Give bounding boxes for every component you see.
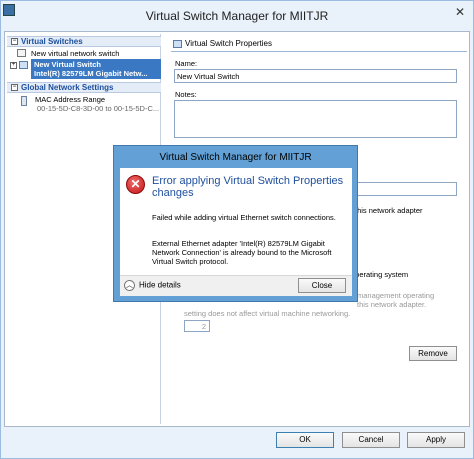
dialog-footer: ︿ Hide details Close <box>120 275 352 296</box>
allow-adapter-text: this network adapter <box>355 206 423 215</box>
name-input[interactable]: New Virtual Switch <box>174 69 457 83</box>
error-icon: ✕ <box>126 175 145 194</box>
tree-item-label: New virtual network switch <box>31 49 120 58</box>
switch-adapter-label: Intel(R) 82579LM Gigabit Netw... <box>34 69 148 78</box>
tree-header-label: Global Network Settings <box>21 83 114 92</box>
notes-textarea[interactable] <box>174 100 457 138</box>
error-dialog: Virtual Switch Manager for MIITJR ✕ Erro… <box>113 145 358 302</box>
collapse-icon[interactable]: − <box>11 84 18 92</box>
ok-button[interactable]: OK <box>276 432 334 448</box>
divider <box>171 51 467 52</box>
virtual-switch-icon <box>173 39 182 48</box>
connection-type-select[interactable] <box>357 182 457 196</box>
remove-button[interactable]: Remove <box>409 346 457 361</box>
chevron-up-icon: ︿ <box>124 280 135 291</box>
hide-details-toggle[interactable]: ︿ Hide details <box>124 280 181 291</box>
notes-label: Notes: <box>175 90 197 99</box>
name-label: Name: <box>175 59 198 68</box>
expand-icon[interactable]: + <box>10 62 17 69</box>
vlan-id-input[interactable]: 2 <box>184 320 210 332</box>
tree-header-label: Virtual Switches <box>21 37 83 46</box>
properties-title: Virtual Switch Properties <box>173 39 272 48</box>
close-icon[interactable]: ✕ <box>453 5 467 19</box>
close-button[interactable]: Close <box>298 278 346 293</box>
window-title: Virtual Switch Manager for MIITJR <box>145 9 329 23</box>
selected-switch-highlight: New Virtual Switch Intel(R) 82579LM Giga… <box>31 59 161 79</box>
dialog-body: ✕ Error applying Virtual Switch Properti… <box>120 168 352 275</box>
mac-value: 00-15-5D-C8-3D-00 to 00-15-5D-C... <box>37 104 160 113</box>
title-bar: Virtual Switch Manager for MIITJR ✕ <box>1 1 473 31</box>
error-message-2: External Ethernet adapter 'Intel(R) 8257… <box>152 239 332 266</box>
tree-item-new-virtual-switch[interactable]: + New Virtual Switch Intel(R) 82579LM Gi… <box>7 59 161 79</box>
dialog-title: Virtual Switch Manager for MIITJR <box>159 152 312 163</box>
setting-note-text: setting does not affect virtual machine … <box>184 309 351 318</box>
apply-button[interactable]: Apply <box>407 432 465 448</box>
collapse-icon[interactable]: − <box>11 38 18 46</box>
tree-item-mac-range[interactable]: MAC Address Range 00-15-5D-C8-3D-00 to 0… <box>7 95 161 115</box>
virtual-switch-manager-window: Virtual Switch Manager for MIITJR ✕ − Vir… <box>0 0 474 459</box>
tree-header-global-settings[interactable]: − Global Network Settings <box>7 82 161 93</box>
cancel-button[interactable]: Cancel <box>342 432 400 448</box>
network-switch-icon <box>17 49 26 57</box>
tree-item-new-switch[interactable]: New virtual network switch <box>7 48 161 58</box>
mac-address-icon <box>21 96 27 106</box>
hide-details-label: Hide details <box>139 280 181 290</box>
tree-header-virtual-switches[interactable]: − Virtual Switches <box>7 36 161 47</box>
mgmt-text: management operating <box>357 291 435 300</box>
switch-name-label: New Virtual Switch <box>34 60 101 69</box>
properties-title-text: Virtual Switch Properties <box>185 39 272 48</box>
virtual-switch-icon <box>19 61 28 69</box>
error-message-1: Failed while adding virtual Ethernet swi… <box>152 213 336 222</box>
error-heading: Error applying Virtual Switch Properties… <box>152 175 344 199</box>
this-adapter-text: this network adapter. <box>357 300 427 309</box>
mac-label: MAC Address Range <box>35 95 106 104</box>
os-text: operating system <box>351 270 409 279</box>
